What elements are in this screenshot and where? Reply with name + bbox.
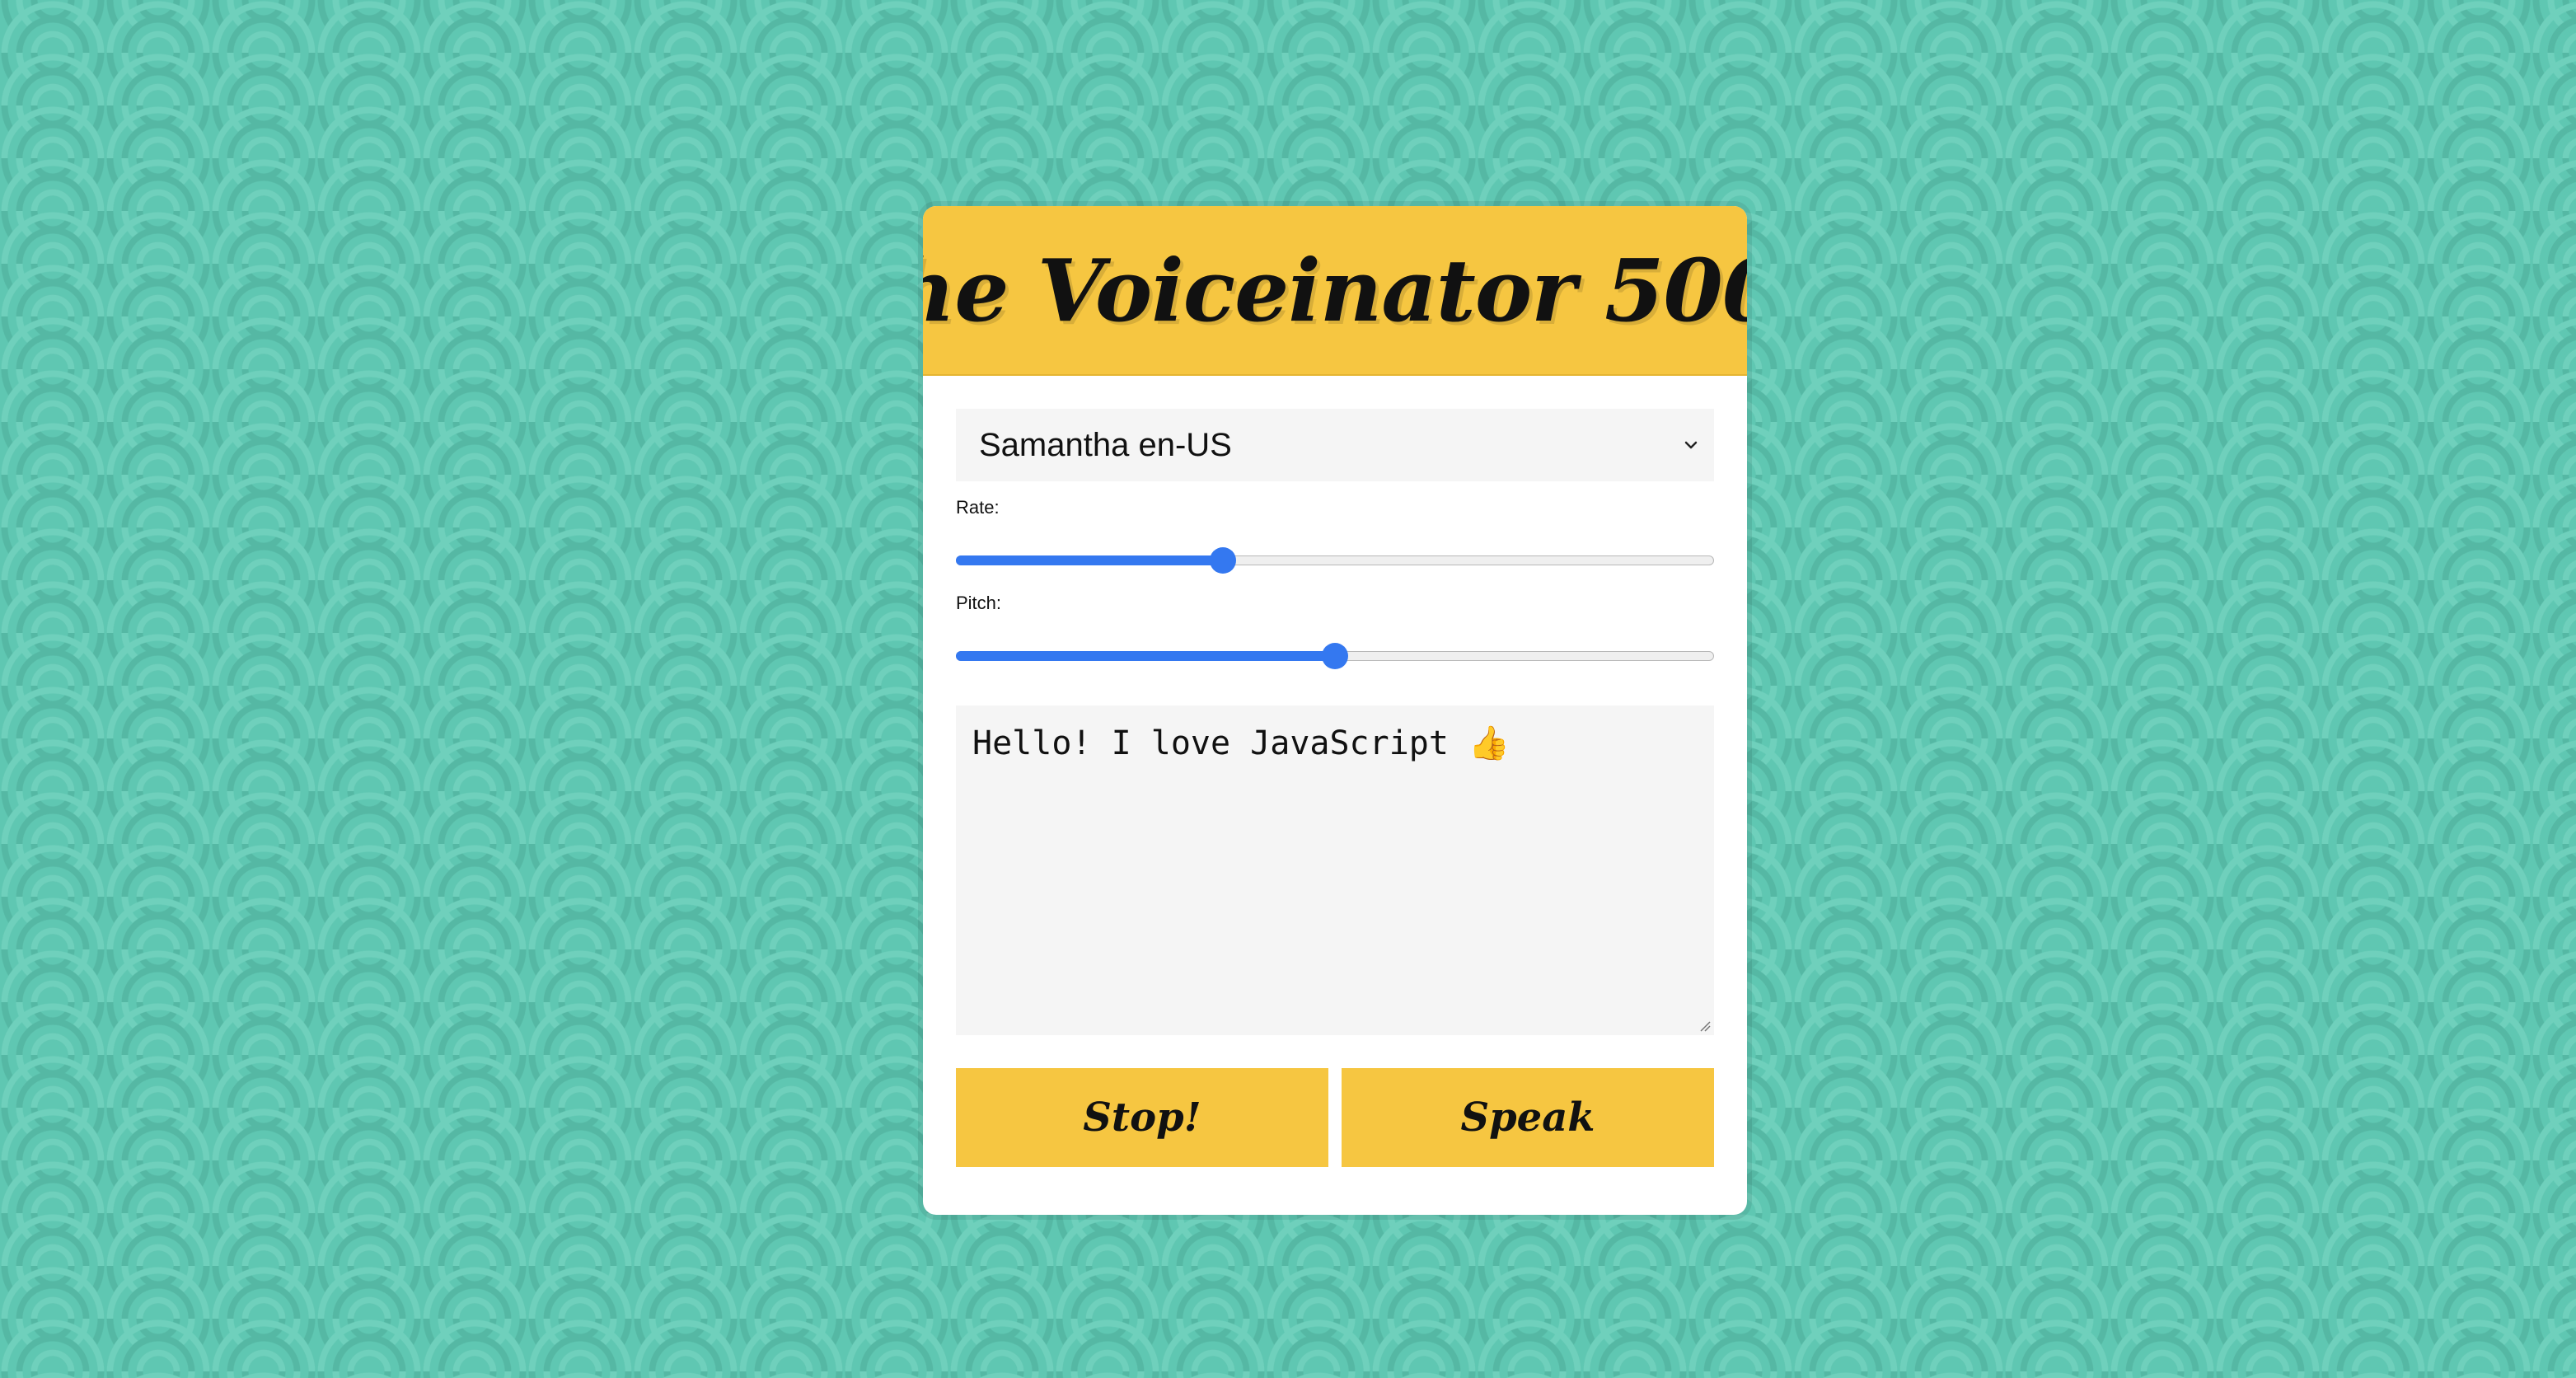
rate-slider[interactable] [956, 544, 1714, 577]
rate-label: Rate: [956, 497, 1000, 518]
button-row: Stop! Speak [956, 1068, 1714, 1167]
voiceinator-panel: The Voiceinator 5000 Samantha en-US Rate… [923, 206, 1747, 1215]
panel-content: Samantha en-US Rate: Pitch: Hello! I lov… [923, 376, 1747, 1200]
header: The Voiceinator 5000 [923, 206, 1747, 376]
speak-button[interactable]: Speak [1342, 1068, 1714, 1167]
page-title: The Voiceinator 5000 [923, 239, 1747, 341]
pitch-slider-thumb[interactable] [1322, 643, 1348, 669]
voice-select[interactable]: Samantha en-US [956, 409, 1714, 481]
voice-select-value: Samantha en-US [979, 426, 1232, 463]
rate-slider-fill [956, 555, 1223, 565]
pitch-label: Pitch: [956, 593, 1002, 613]
chevron-down-icon [1684, 441, 1698, 449]
pitch-slider-fill [956, 651, 1335, 661]
rate-slider-thumb[interactable] [1210, 547, 1236, 574]
stop-button[interactable]: Stop! [956, 1068, 1328, 1167]
pitch-slider[interactable] [956, 640, 1714, 673]
message-textarea[interactable]: Hello! I love JavaScript 👍 [956, 705, 1714, 1035]
resize-handle-icon[interactable] [1698, 1019, 1711, 1032]
message-text: Hello! I love JavaScript 👍 [972, 724, 1510, 762]
